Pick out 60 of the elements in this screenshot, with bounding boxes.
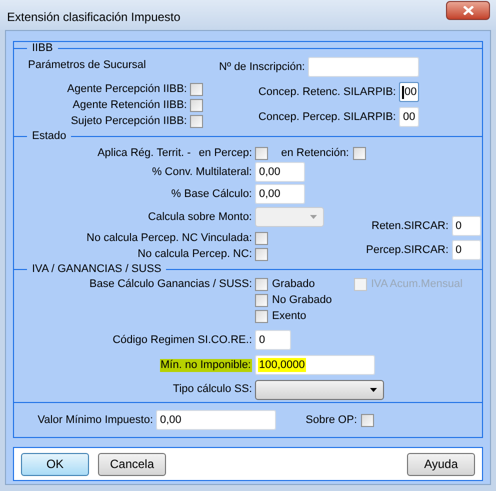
checkbox[interactable] [255,278,268,290]
field-label: % Base Cálculo: [171,188,252,200]
checkbox[interactable] [255,294,268,306]
checkbox-label: No Grabado [272,294,332,306]
field-label: Código Regimen SI.CO.RE.: [112,334,252,346]
field-label: Valor Mínimo Impuesto: [38,414,153,426]
checkbox-label: Grabado [272,278,315,290]
field-label: Calcula sobre Monto: [148,210,252,224]
close-icon [462,6,474,15]
field-label: Tipo cálculo SS: [172,383,252,396]
input-field[interactable]: 100,0000 [255,355,375,375]
checkbox[interactable] [255,248,268,260]
input-field[interactable]: 0,00 [255,162,305,182]
field-label: Aplica Rég. Territ. - [97,146,191,160]
section-title: Estado [31,131,68,142]
input-field[interactable]: 0,00 [255,184,305,204]
field-label: Agente Retención IIBB: [72,98,187,112]
field-label: Mín. no Imponible: [160,358,252,372]
input-field[interactable]: 00 [399,82,419,102]
checkbox[interactable] [255,146,268,160]
window-title: Extensión clasificación Impuesto [7,10,180,24]
checkbox[interactable] [361,414,374,426]
input-field[interactable]: 0 [452,240,481,260]
close-button[interactable] [446,1,490,20]
checkbox[interactable] [190,114,203,128]
checkbox[interactable] [353,146,366,160]
field-label: Concep. Percep. SILARPIB: [258,110,396,124]
section-title: IVA / GANANCIAS / SUSS [31,264,162,275]
field-label: % Conv. Multilateral: [152,166,252,178]
field-label: en Percep: [198,146,252,160]
caret-icon [370,388,377,392]
input-field[interactable]: 0 [255,330,291,350]
field-label: Reten.SIRCAR: [372,220,449,232]
field-label: Agente Percepción IIBB: [67,82,187,96]
dialog-button[interactable]: OK [21,452,89,476]
field-label: Sobre OP: [306,414,357,426]
checkbox[interactable] [190,98,203,112]
caret-icon [310,215,317,219]
dialog-button[interactable]: Cancela [98,452,166,476]
input-field[interactable]: 0 [452,216,481,236]
input-field[interactable]: 00 [399,107,419,127]
section-title: IIBB [31,43,54,54]
checkbox-label: IVA Acum.Mensual [371,278,463,290]
field-label: No calcula Percep. NC Vinculada: [86,232,252,244]
input-field[interactable]: 0,00 [156,410,276,430]
field-label: Concep. Retenc. SILARPIB: [258,86,396,98]
dropdown[interactable] [255,380,384,400]
dialog-button[interactable]: Ayuda [407,452,475,476]
checkbox[interactable] [255,310,268,322]
field-label: Parámetros de Sucursal [28,59,147,72]
checkbox[interactable] [255,232,268,244]
checkbox-label: Exento [272,310,306,322]
field-label: Base Cálculo Ganancias / SUSS: [89,278,252,290]
field-label: Sujeto Percepción IIBB: [70,114,187,128]
field-label: Nº de Inscripción: [219,60,305,74]
input-field[interactable] [308,57,419,77]
checkbox[interactable] [190,82,203,96]
field-label: en Retención: [281,146,349,160]
field-label: Percep.SIRCAR: [366,244,449,256]
field-label: No calcula Percep. NC: [138,248,252,260]
